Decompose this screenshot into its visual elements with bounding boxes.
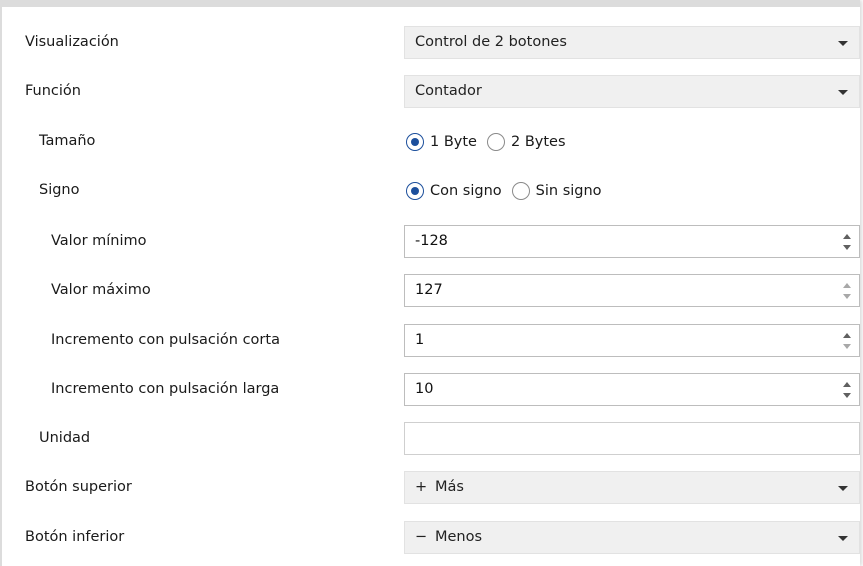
row-visualizacion: Visualización Control de 2 botones [2,26,860,60]
boton-superior-dropdown[interactable]: + Más [404,471,860,504]
row-tamano: Tamaño 1 Byte 2 Bytes [2,125,860,159]
boton-superior-value-wrap: + Más [415,479,464,495]
boton-inferior-label: Botón inferior [25,529,125,545]
chevron-down-icon [838,90,848,95]
valor-minimo-label: Valor mínimo [51,233,147,249]
spin-down-icon[interactable] [843,294,851,299]
radio-selected-icon[interactable] [406,133,424,151]
signo-option-con-signo[interactable]: Con signo [406,182,502,200]
valor-maximo-value: 127 [415,282,443,298]
spin-down-icon[interactable] [843,393,851,398]
incremento-corta-value: 1 [415,332,425,348]
chevron-down-icon [838,486,848,491]
unidad-input[interactable] [404,422,860,455]
visualizacion-dropdown[interactable]: Control de 2 botones [404,26,860,59]
chevron-down-icon [838,536,848,541]
radio-selected-icon[interactable] [406,182,424,200]
valor-maximo-input[interactable]: 127 [404,274,860,307]
parameter-panel: Visualización Control de 2 botones Funci… [0,0,860,566]
tamano-label: Tamaño [39,133,96,149]
row-unidad: Unidad [2,422,860,456]
spin-up-icon[interactable] [843,333,851,338]
valor-maximo-label: Valor máximo [51,282,151,298]
visualizacion-label: Visualización [25,34,119,50]
radio-unselected-icon[interactable] [486,133,505,151]
row-signo: Signo Con signo Sin signo [2,174,860,208]
row-valor-maximo: Valor máximo 127 [2,274,860,308]
tamano-radio-group: 1 Byte 2 Bytes [406,129,576,155]
row-valor-minimo: Valor mínimo -128 [2,225,860,259]
row-boton-inferior: Botón inferior − Menos [2,521,860,555]
spin-down-icon[interactable] [843,245,851,250]
funcion-dropdown[interactable]: Contador [404,75,860,108]
row-incremento-corta: Incremento con pulsación corta 1 [2,324,860,358]
spin-up-icon[interactable] [843,283,851,288]
incremento-corta-label: Incremento con pulsación corta [51,332,280,348]
signo-option-sin-signo-label: Sin signo [535,183,602,199]
boton-superior-value: Más [435,479,464,495]
radio-unselected-icon[interactable] [511,182,530,200]
plus-icon: + [415,479,428,495]
boton-superior-label: Botón superior [25,479,132,495]
spin-down-icon[interactable] [843,344,851,349]
chevron-down-icon [838,41,848,46]
signo-option-con-signo-label: Con signo [430,183,502,199]
visualizacion-value: Control de 2 botones [415,34,567,50]
incremento-larga-input[interactable]: 10 [404,373,860,406]
valor-minimo-value: -128 [415,233,448,249]
spin-up-icon[interactable] [843,234,851,239]
funcion-label: Función [25,83,81,99]
signo-radio-group: Con signo Sin signo [406,178,612,204]
boton-inferior-dropdown[interactable]: − Menos [404,521,860,554]
boton-inferior-value: Menos [435,529,483,545]
tamano-option-2bytes-label: 2 Bytes [510,134,566,150]
row-boton-superior: Botón superior + Más [2,471,860,505]
valor-minimo-input[interactable]: -128 [404,225,860,258]
funcion-value: Contador [415,83,482,99]
signo-label: Signo [39,182,80,198]
boton-inferior-value-wrap: − Menos [415,529,482,545]
minus-icon: − [415,529,428,545]
row-funcion: Función Contador [2,75,860,109]
tamano-option-2bytes[interactable]: 2 Bytes [486,133,566,151]
tamano-option-1byte[interactable]: 1 Byte [406,133,477,151]
incremento-larga-label: Incremento con pulsación larga [51,381,280,397]
incremento-corta-input[interactable]: 1 [404,324,860,357]
row-incremento-larga: Incremento con pulsación larga 10 [2,373,860,407]
unidad-label: Unidad [39,430,91,446]
spin-up-icon[interactable] [843,382,851,387]
signo-option-sin-signo[interactable]: Sin signo [511,182,602,200]
incremento-larga-value: 10 [415,381,434,397]
tamano-option-1byte-label: 1 Byte [430,134,477,150]
